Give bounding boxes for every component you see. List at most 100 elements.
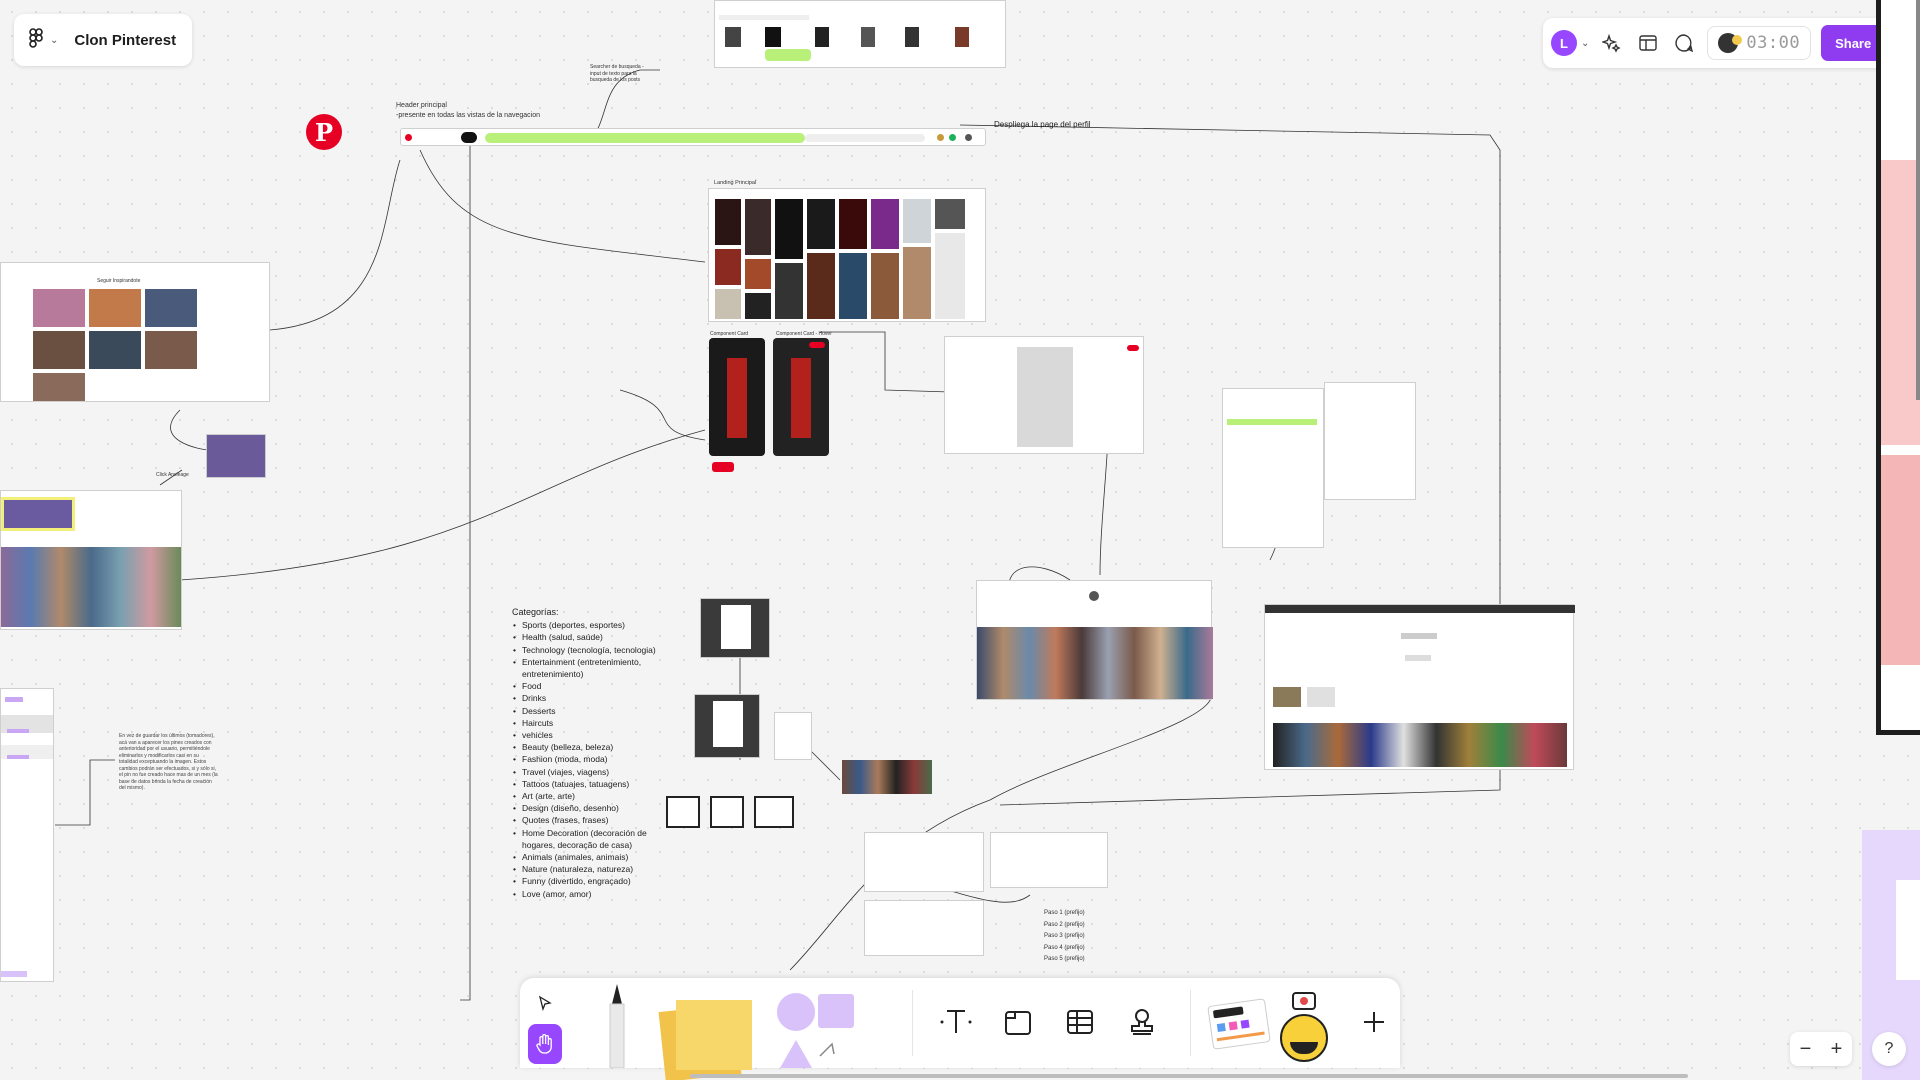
category-item: Nature (naturaleza, natureza) — [513, 863, 682, 875]
zoom-out-button[interactable]: − — [1800, 1038, 1812, 1061]
avatar[interactable]: L — [1551, 30, 1577, 56]
category-item: Tattoos (tatuajes, tatuagens) — [513, 778, 682, 790]
category-item: Art (arte, arte) — [513, 790, 682, 802]
timer-value: 03:00 — [1746, 33, 1801, 53]
flow-frame-1 — [864, 832, 984, 892]
category-item: Love (amor, amor) — [513, 888, 682, 900]
categories-title: Categorías: — [512, 607, 559, 617]
board-card — [206, 434, 266, 478]
toolbar-divider — [912, 990, 913, 1056]
comments-frame — [1222, 388, 1324, 548]
category-item: Fashion (moda, moda) — [513, 753, 682, 765]
header-mockup — [400, 128, 986, 146]
category-item: Funny (divertido, engraçado) — [513, 875, 682, 887]
paso-3: Paso 3 (prefijo) — [1044, 933, 1085, 939]
landing-grid — [715, 199, 965, 319]
category-item: Drinks — [513, 692, 682, 704]
component-card-label: Component Card — [710, 331, 749, 337]
bottom-toolbar — [520, 978, 1400, 1080]
zoom-controls: − + — [1790, 1032, 1852, 1066]
category-item: Desserts — [513, 705, 682, 717]
category-item: vehicles — [513, 729, 682, 741]
figjam-logo-icon[interactable] — [28, 27, 44, 53]
board-frame: Seguir Inspirandote — [0, 262, 270, 402]
category-item: Food — [513, 680, 682, 692]
side-note: En vez de guardar los últimos (tomadores… — [119, 733, 218, 791]
stamp-tool[interactable] — [1120, 1000, 1164, 1044]
section-icon — [1005, 1011, 1031, 1035]
category-item: Animals (animales, animais) — [513, 851, 682, 863]
mini-grid-frame — [842, 760, 932, 794]
landing-mockup — [708, 188, 986, 322]
header-label: Header principal -presente en todas las … — [396, 102, 540, 119]
paso-1: Paso 1 (prefijo) — [1044, 910, 1085, 916]
pasos-list: Paso 1 (prefijo) Paso 2 (prefijo) Paso 3… — [1044, 908, 1085, 966]
flow-frame-3 — [990, 832, 1108, 888]
category-item: Quotes (frases, frases) — [513, 814, 682, 826]
table-icon — [1067, 1010, 1093, 1034]
category-item: Haircuts — [513, 717, 682, 729]
plus-icon — [1364, 1012, 1384, 1032]
jambot-widget[interactable] — [1207, 992, 1334, 1068]
pinterest-logo-icon: P — [306, 114, 342, 150]
paso-4: Paso 4 (prefijo) — [1044, 944, 1085, 951]
board-title: Seguir Inspirandote — [97, 278, 141, 284]
pen-tool[interactable] — [600, 984, 634, 1069]
paso-5: Paso 5 (prefijo) — [1044, 956, 1085, 962]
modal-frame-3 — [774, 712, 812, 760]
pin-detail-frame — [944, 336, 1144, 454]
file-name[interactable]: Clon Pinterest — [74, 32, 176, 49]
profile-pins-frame — [0, 490, 182, 630]
shapes-tool[interactable] — [776, 992, 856, 1068]
category-item: Travel (viajes, viagens) — [513, 766, 682, 778]
explore-frame — [976, 580, 1213, 700]
toolbar-divider — [1190, 990, 1191, 1056]
category-item: Design (diseño, desenho) — [513, 802, 682, 814]
add-tool[interactable] — [1352, 1000, 1396, 1044]
paso-2: Paso 2 (prefijo) — [1044, 921, 1085, 928]
zoom-in-button[interactable]: + — [1831, 1038, 1843, 1061]
chevron-down-icon[interactable]: ⌄ — [1581, 38, 1589, 49]
file-menu[interactable]: ⌄ Clon Pinterest — [14, 14, 192, 66]
category-item: Beauty (belleza, beleza) — [513, 741, 682, 753]
shapes-icon — [777, 993, 854, 1068]
help-button[interactable]: ? — [1872, 1032, 1906, 1066]
hand-tool[interactable] — [528, 1024, 562, 1064]
comments-frame-2 — [1324, 382, 1416, 500]
stamp-icon — [1131, 1009, 1153, 1035]
component-card — [709, 338, 765, 456]
component-card-hover-label: Component Card - Hover — [776, 331, 832, 337]
landing-label: Landing Principal — [714, 180, 757, 186]
comment-icon[interactable] — [1671, 30, 1697, 56]
timer-icon — [1718, 33, 1743, 53]
emoji-sticker-icon — [1280, 1014, 1328, 1062]
camera-icon — [1292, 992, 1316, 1010]
layout-icon[interactable] — [1635, 30, 1661, 56]
category-item: Technology (tecnología, tecnologia) — [513, 644, 682, 656]
mini-frame-2 — [710, 796, 744, 828]
sidebar-frame — [0, 688, 54, 982]
searcher-note: Searcher de busqueda -input de texto par… — [590, 64, 644, 83]
select-tool[interactable] — [528, 986, 562, 1020]
search-results-frame — [714, 0, 1006, 68]
chevron-down-icon[interactable]: ⌄ — [50, 35, 58, 46]
categories-items: Sports (deportes, esportes)Health (salud… — [512, 619, 682, 900]
timer[interactable]: 03:00 — [1707, 26, 1812, 60]
flow-frame-2 — [864, 900, 984, 956]
category-item: Health (salud, saúde) — [513, 631, 682, 643]
mini-frame-3 — [754, 796, 794, 828]
component-card-hover — [773, 338, 829, 456]
pen-icon — [609, 984, 625, 1069]
right-edge-frame — [1876, 0, 1920, 735]
table-tool[interactable] — [1058, 1000, 1102, 1044]
hand-icon — [536, 1034, 552, 1054]
save-button-component — [712, 462, 734, 472]
jambot-card-icon — [1207, 998, 1271, 1050]
section-tool[interactable] — [996, 1000, 1040, 1044]
horizontal-scrollbar[interactable] — [690, 1074, 1688, 1078]
text-tool[interactable] — [934, 1000, 978, 1044]
category-item: Entertainment (entretenimiento, entreten… — [513, 656, 682, 680]
click-label: Click Ancleage — [156, 472, 189, 478]
sticky-note-tool[interactable] — [658, 988, 752, 1080]
ai-sparkle-icon[interactable] — [1599, 30, 1625, 56]
